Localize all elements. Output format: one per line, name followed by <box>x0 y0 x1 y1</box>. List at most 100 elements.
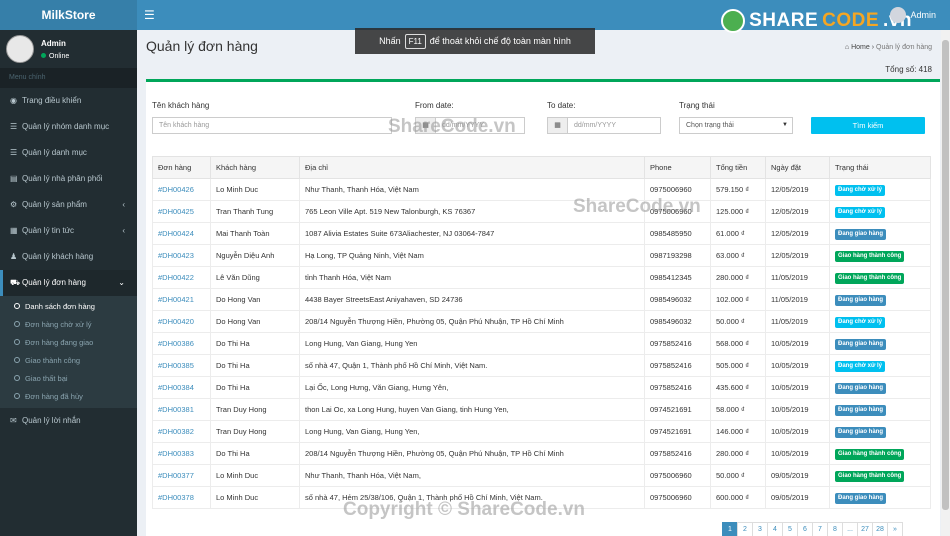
status-badge: Đang chờ xử lý <box>835 206 885 218</box>
status-select-value: Chọn trạng thái <box>686 122 734 129</box>
page-link[interactable]: 28 <box>872 522 888 536</box>
user-status-text: Online <box>49 53 70 60</box>
calendar-icon: ▦ <box>548 118 568 133</box>
page-scrollbar[interactable] <box>941 30 950 536</box>
order-id-link[interactable]: #DH00421 <box>152 288 211 311</box>
column-header[interactable]: Ngày đặt <box>765 156 830 179</box>
pagination: 1 2 3 4 5 6 7 8... 27 28» <box>722 522 903 536</box>
table-cell: 435.600 ₫ <box>710 376 766 399</box>
order-id-link[interactable]: #DH00382 <box>152 420 211 443</box>
page-link[interactable]: 5 <box>782 522 798 536</box>
table-cell: 10/05/2019 <box>765 332 830 355</box>
order-id-link[interactable]: #DH00384 <box>152 376 211 399</box>
table-row[interactable]: #DH00420 Do Hong Van 208/14 Nguyễn Thượng … <box>152 310 931 333</box>
table-cell: số nhà 47, Hẻm 25/38/106, Quận 1, Thành … <box>299 486 645 509</box>
page-link[interactable]: 8 <box>827 522 843 536</box>
status-cell: Đang giao hàng <box>829 222 931 245</box>
scrollbar-thumb[interactable] <box>942 40 949 510</box>
page-link[interactable]: » <box>887 522 903 536</box>
table-row[interactable]: #DH00385 Do Thi Ha số nhà 47, Quận 1, Thàn… <box>152 354 931 377</box>
sidebar-item-category-groups[interactable]: ☰ Quản lý nhóm danh mục <box>0 114 137 140</box>
status-select[interactable]: Chọn trạng thái ▼ <box>679 117 793 134</box>
sidebar-item-distributors[interactable]: ▤ Quản lý nhà phân phối <box>0 166 137 192</box>
order-id-link[interactable]: #DH00423 <box>152 244 211 267</box>
sidebar-item-label: Quản lý nhà phân phối <box>22 174 103 183</box>
page-link[interactable]: 6 <box>797 522 813 536</box>
table-cell: 0975852416 <box>644 354 711 377</box>
column-header[interactable]: Đơn hàng <box>152 156 211 179</box>
page-link[interactable]: ... <box>842 522 858 536</box>
table-row[interactable]: #DH00421 Do Hong Van 4438 Bayer StreetsEas… <box>152 288 931 311</box>
sidebar-item-news[interactable]: ▦ Quản lý tin tức ‹ <box>0 218 137 244</box>
logo-text-code: CODE <box>822 10 880 31</box>
sidebar-item-dashboard[interactable]: ◉ Trang điều khiển <box>0 88 137 114</box>
to-date-input[interactable]: ▦ dd/mm/YYYY <box>547 117 661 134</box>
status-badge: Đang giao hàng <box>835 404 886 416</box>
order-id-link[interactable]: #DH00381 <box>152 398 211 421</box>
page-link[interactable]: 3 <box>752 522 768 536</box>
chevron-down-icon: ▼ <box>782 122 788 128</box>
sidebar-item-products[interactable]: ⚙ Quản lý sản phẩm ‹ <box>0 192 137 218</box>
table-row[interactable]: #DH00386 Do Thi Ha Long Hung, Van Giang, H… <box>152 332 931 355</box>
order-id-link[interactable]: #DH00383 <box>152 442 211 465</box>
sidebar-item-label: Quản lý danh mục <box>22 148 87 157</box>
table-row[interactable]: #DH00384 Do Thi Ha Lại Ốc, Long Hưng, Văn … <box>152 376 931 399</box>
column-header[interactable]: Trạng thái <box>829 156 931 179</box>
search-button[interactable]: Tìm kiếm <box>811 117 925 134</box>
order-id-link[interactable]: #DH00425 <box>152 200 211 223</box>
order-id-link[interactable]: #DH00424 <box>152 222 211 245</box>
submenu-item-failed[interactable]: Giao thất bại <box>0 370 137 388</box>
column-header[interactable]: Địa chỉ <box>299 156 645 179</box>
submenu-label: Danh sách đơn hàng <box>25 302 95 311</box>
sidebar-item-messages[interactable]: ✉ Quản lý lời nhắn <box>0 408 137 434</box>
order-id-link[interactable]: #DH00378 <box>152 486 211 509</box>
sidebar-item-categories[interactable]: ☰ Quản lý danh mục <box>0 140 137 166</box>
hamburger-icon[interactable]: ☰ <box>144 8 155 22</box>
table-cell: 0985485950 <box>644 222 711 245</box>
order-id-link[interactable]: #DH00386 <box>152 332 211 355</box>
column-header[interactable]: Tổng tiền <box>710 156 766 179</box>
submenu-item-shipping[interactable]: Đơn hàng đang giao <box>0 334 137 352</box>
page-link[interactable]: 1 <box>722 522 738 536</box>
users-icon: ♟ <box>10 252 18 261</box>
submenu-item-pending[interactable]: Đơn hàng chờ xử lý <box>0 316 137 334</box>
breadcrumb-home[interactable]: Home <box>851 44 870 51</box>
column-header[interactable]: Khách hàng <box>210 156 300 179</box>
column-header[interactable]: Phone <box>644 156 711 179</box>
table-row[interactable]: #DH00378 Lo Minh Duc số nhà 47, Hẻm 25/38/… <box>152 486 931 509</box>
table-cell: 0975006960 <box>644 464 711 487</box>
order-id-link[interactable]: #DH00420 <box>152 310 211 333</box>
order-id-link[interactable]: #DH00426 <box>152 178 211 201</box>
table-row[interactable]: #DH00422 Lê Văn Dũng tỉnh Thanh Hóa, Việt … <box>152 266 931 289</box>
order-id-link[interactable]: #DH00377 <box>152 464 211 487</box>
top-user-menu[interactable]: Admin <box>890 7 936 23</box>
page-link[interactable]: 7 <box>812 522 828 536</box>
submenu-item-delivered[interactable]: Giao thành công <box>0 352 137 370</box>
table-row[interactable]: #DH00423 Nguyễn Diệu Anh Hạ Long, TP Quảng… <box>152 244 931 267</box>
circle-icon <box>14 375 20 382</box>
table-row[interactable]: #DH00382 Tran Duy Hong Long Hung, Van Gian… <box>152 420 931 443</box>
status-badge: Đang giao hàng <box>835 426 886 438</box>
page-link[interactable]: 4 <box>767 522 783 536</box>
table-cell: Tran Duy Hong <box>210 398 300 421</box>
submenu-label: Đơn hàng đã hủy <box>25 392 83 401</box>
customer-name-input[interactable]: Tên khách hàng <box>152 117 392 134</box>
status-badge: Giao hàng thành công <box>835 470 905 482</box>
table-row[interactable]: #DH00381 Tran Duy Hong thon Lai Oc, xa Lon… <box>152 398 931 421</box>
table-row[interactable]: #DH00383 Do Thi Ha 208/14 Nguyễn Thượng Hi… <box>152 442 931 465</box>
page-link[interactable]: 2 <box>737 522 753 536</box>
submenu-item-order-list[interactable]: Danh sách đơn hàng <box>0 298 137 316</box>
order-id-link[interactable]: #DH00422 <box>152 266 211 289</box>
sidebar-item-orders[interactable]: ⛟ Quản lý đơn hàng ⌄ <box>0 270 137 296</box>
table-row[interactable]: #DH00377 Lo Minh Duc Như Thanh, Thanh Hóa,… <box>152 464 931 487</box>
brand-logo[interactable]: MilkStore <box>0 0 137 30</box>
table-row[interactable]: #DH00425 Tran Thanh Tung 765 Leon Ville Ap… <box>152 200 931 223</box>
submenu-item-cancelled[interactable]: Đơn hàng đã hủy <box>0 388 137 406</box>
page-link[interactable]: 27 <box>857 522 873 536</box>
table-row[interactable]: #DH00424 Mai Thanh Toàn 1087 Alivia Estate… <box>152 222 931 245</box>
sidebar-item-customers[interactable]: ♟ Quản lý khách hàng <box>0 244 137 270</box>
from-date-input[interactable]: ▦ dd/mm/YYYY <box>415 117 525 134</box>
order-id-link[interactable]: #DH00385 <box>152 354 211 377</box>
table-cell: 10/05/2019 <box>765 376 830 399</box>
table-row[interactable]: #DH00426 Lo Minh Duc Như Thanh, Thanh Hóa,… <box>152 178 931 201</box>
